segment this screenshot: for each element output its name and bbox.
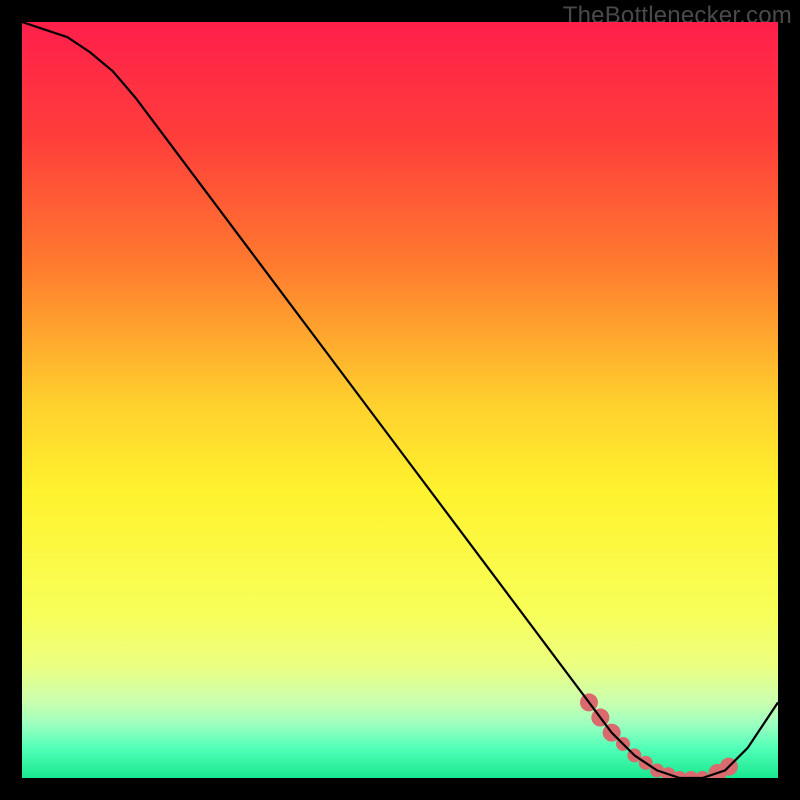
chart-stage: TheBottlenecker.com [0,0,800,800]
bottleneck-chart [22,22,778,778]
gradient-background [22,22,778,778]
